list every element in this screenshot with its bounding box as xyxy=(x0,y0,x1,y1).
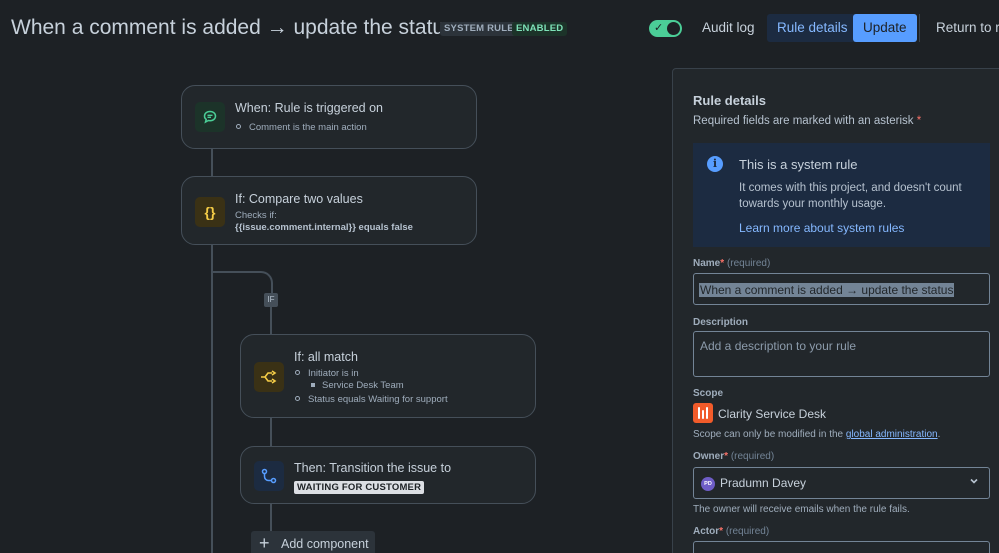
rule-title: When a comment is added → update the sta… xyxy=(11,16,455,39)
status-lozenge: WAITING FOR CUSTOMER xyxy=(294,477,425,495)
connector-line xyxy=(270,503,272,531)
transition-title: Then: Transition the issue to xyxy=(294,461,452,475)
learn-more-link[interactable]: Learn more about system rules xyxy=(739,221,904,235)
chevron-down-icon xyxy=(969,476,979,489)
owner-note: The owner will receive emails when the r… xyxy=(693,504,910,515)
system-rule-info: i This is a system rule It comes with th… xyxy=(693,143,990,247)
trigger-detail: Comment is the main action xyxy=(236,122,367,133)
owner-select[interactable]: PD Pradumn Davey xyxy=(693,467,990,499)
actor-select[interactable] xyxy=(693,541,990,553)
return-to-rules-button[interactable]: Return to ru xyxy=(926,14,999,42)
global-administration-link[interactable]: global administration xyxy=(846,429,938,440)
plus-icon: + xyxy=(259,533,270,553)
scope-note: Scope can only be modified in the global… xyxy=(693,429,941,440)
rule-details-button[interactable]: Rule details xyxy=(767,14,858,42)
check-icon: ✓ xyxy=(654,22,664,34)
connector-line xyxy=(270,417,272,447)
actor-label: Actor* (required) xyxy=(693,526,770,537)
all-match-title: If: all match xyxy=(294,350,358,364)
compare-values-card[interactable]: {} If: Compare two values Checks if: {{i… xyxy=(181,176,477,245)
info-title: This is a system rule xyxy=(739,157,858,172)
compare-detail-label: Checks if: xyxy=(235,210,277,221)
audit-log-button[interactable]: Audit log xyxy=(692,14,765,42)
all-match-card[interactable]: If: all match Initiator is in Service De… xyxy=(240,334,536,418)
description-label: Description xyxy=(693,317,749,328)
if-branch-label: IF xyxy=(264,293,278,307)
transition-icon xyxy=(254,461,284,491)
compare-detail-value: {{issue.comment.internal}} equals false xyxy=(235,222,413,233)
add-component-button[interactable]: + Add component xyxy=(251,531,375,553)
enabled-badge: ENABLED xyxy=(512,22,568,36)
required-note: Required fields are marked with an aster… xyxy=(693,115,922,127)
connector-line xyxy=(211,149,213,177)
condition-item: Initiator is in xyxy=(295,368,359,379)
update-button[interactable]: Update xyxy=(853,14,917,42)
connector-line xyxy=(270,307,272,335)
condition-item: Status equals Waiting for support xyxy=(295,394,448,405)
system-rule-badge: SYSTEM RULE xyxy=(440,22,518,36)
rule-enabled-toggle[interactable]: ✓ xyxy=(649,20,682,37)
name-label: Name* (required) xyxy=(693,258,771,269)
condition-subitem: Service Desk Team xyxy=(311,380,404,391)
scope-value: Clarity Service Desk xyxy=(718,407,827,421)
rule-name-input[interactable]: When a comment is added → update the sta… xyxy=(693,273,990,305)
avatar: PD xyxy=(701,477,715,491)
info-body: It comes with this project, and doesn't … xyxy=(739,182,962,210)
compare-title: If: Compare two values xyxy=(235,192,363,206)
transition-card[interactable]: Then: Transition the issue to WAITING FO… xyxy=(240,446,536,504)
comment-icon xyxy=(195,102,225,132)
panel-title: Rule details xyxy=(693,93,766,108)
header: When a comment is added → update the sta… xyxy=(0,0,999,58)
info-icon: i xyxy=(707,156,723,172)
header-divider xyxy=(919,14,920,42)
scope-label: Scope xyxy=(693,388,724,399)
rule-details-panel: Rule details Required fields are marked … xyxy=(672,68,999,553)
branch-icon xyxy=(254,362,284,392)
owner-label: Owner* (required) xyxy=(693,451,775,462)
trigger-card[interactable]: When: Rule is triggered on Comment is th… xyxy=(181,85,477,149)
toggle-knob xyxy=(667,22,680,35)
description-input[interactable]: Add a description to your rule xyxy=(693,331,990,377)
braces-icon: {} xyxy=(195,197,225,227)
trigger-title: When: Rule is triggered on xyxy=(235,101,383,115)
project-icon xyxy=(693,403,713,423)
